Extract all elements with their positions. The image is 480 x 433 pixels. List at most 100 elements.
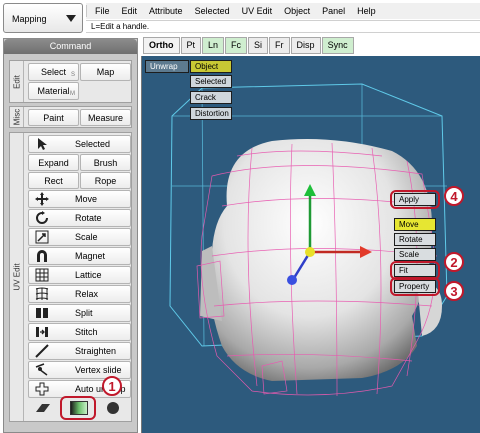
selected-button[interactable]: Selected [28, 135, 131, 153]
hint-bar: L=Edit a handle. [86, 20, 480, 33]
menu-bar: File Edit Attribute Selected UV Edit Obj… [86, 3, 480, 19]
vertex-slide-tool-label: Vertex slide [75, 365, 122, 375]
chevron-down-icon[interactable] [66, 15, 76, 22]
brush-button[interactable]: Brush [80, 154, 131, 171]
rotate-icon [36, 211, 48, 224]
split-icon [36, 308, 48, 318]
uv-edit-tab[interactable]: UV Edit [10, 133, 24, 421]
material-button[interactable]: Material M [28, 82, 79, 100]
object-mode-button[interactable]: Object [190, 60, 232, 73]
box-projection-button[interactable] [70, 401, 88, 415]
split-tool-button[interactable]: Split [28, 304, 131, 322]
rotate-tool-label: Rotate [75, 213, 102, 223]
rect-button[interactable]: Rect [28, 172, 79, 189]
material-button-label: Material [37, 86, 70, 96]
menu-uv-edit[interactable]: UV Edit [236, 6, 279, 16]
callout-1: 1 [102, 376, 122, 396]
tab-si[interactable]: Si [248, 37, 269, 54]
select-shortcut: S [70, 72, 75, 78]
edit-tab-label: Edit [12, 74, 21, 89]
misc-group: Misc Paint Measure [9, 106, 132, 128]
tab-pt[interactable]: Pt [180, 37, 202, 54]
crack-button[interactable]: Crack [190, 91, 232, 104]
cursor-arrow-icon [38, 138, 47, 150]
3d-viewport[interactable]: Unwrap Object Selected Crack Distortion … [141, 56, 480, 433]
menu-attribute[interactable]: Attribute [143, 6, 189, 16]
measure-button[interactable]: Measure [80, 109, 131, 126]
tab-disp[interactable]: Disp [290, 37, 321, 54]
sphere-projection-icon[interactable] [106, 401, 120, 415]
tab-ortho[interactable]: Ortho [143, 37, 180, 54]
callout-4: 4 [444, 186, 464, 206]
menu-panel[interactable]: Panel [316, 6, 351, 16]
measure-button-label: Measure [87, 112, 123, 123]
menu-edit[interactable]: Edit [116, 6, 144, 16]
map-button[interactable]: Map [80, 63, 131, 81]
mode-dropdown-label: Mapping [12, 14, 47, 24]
tab-fr[interactable]: Fr [269, 37, 290, 54]
uv-edit-tab-label: UV Edit [12, 263, 21, 291]
scale-mode-button[interactable]: Scale [394, 248, 436, 261]
callout-3: 3 [444, 281, 464, 301]
straighten-tool-label: Straighten [75, 346, 117, 356]
auto-unwrap-icon [35, 382, 49, 396]
magnet-tool-label: Magnet [75, 251, 106, 261]
view-tabs: Ortho Pt Ln Fc Si Fr Disp Sync [143, 37, 355, 54]
selected-button-label: Selected [75, 139, 111, 149]
property-button[interactable]: Property [394, 280, 436, 293]
magnet-tool-button[interactable]: Magnet [28, 247, 131, 265]
menu-separator [86, 5, 87, 17]
stitch-tool-label: Stitch [75, 327, 98, 337]
rope-button[interactable]: Rope [80, 172, 131, 189]
magnet-icon [37, 250, 47, 262]
straighten-icon [35, 344, 49, 358]
paint-button[interactable]: Paint [28, 109, 79, 126]
relax-tool-button[interactable]: Relax [28, 285, 131, 303]
mode-dropdown[interactable]: Mapping [3, 3, 83, 33]
lattice-tool-button[interactable]: Lattice [28, 266, 131, 284]
command-panel: Command Edit Select S Map Material M Mis… [3, 38, 138, 433]
rope-button-label: Rope [94, 175, 117, 186]
select-button-label: Select [40, 67, 66, 77]
brush-button-label: Brush [93, 157, 118, 168]
menu-object[interactable]: Object [278, 6, 316, 16]
lattice-tool-label: Lattice [75, 270, 102, 280]
scale-icon [35, 230, 49, 244]
menu-file[interactable]: File [89, 6, 116, 16]
unwrap-button[interactable]: Unwrap [145, 60, 189, 73]
move-tool-label: Move [75, 194, 98, 204]
rotate-tool-button[interactable]: Rotate [28, 209, 131, 227]
command-panel-title: Command [4, 39, 137, 54]
misc-tab[interactable]: Misc [10, 107, 24, 127]
tab-ln[interactable]: Ln [202, 37, 225, 54]
straighten-tool-button[interactable]: Straighten [28, 342, 131, 360]
menu-help[interactable]: Help [351, 6, 382, 16]
material-shortcut: M [70, 91, 75, 97]
expand-button[interactable]: Expand [28, 154, 79, 171]
move-mode-button[interactable]: Move [394, 218, 436, 231]
misc-tab-label: Misc [12, 108, 21, 126]
callout-2: 2 [444, 252, 464, 272]
move-arrows-icon [35, 192, 49, 206]
stitch-tool-button[interactable]: Stitch [28, 323, 131, 341]
relax-tool-label: Relax [75, 289, 99, 299]
expand-button-label: Expand [38, 157, 69, 168]
apply-button[interactable]: Apply [394, 193, 436, 206]
rect-button-label: Rect [44, 175, 63, 186]
select-button[interactable]: Select S [28, 63, 79, 81]
tab-sync[interactable]: Sync [321, 37, 354, 54]
edit-tab[interactable]: Edit [10, 61, 24, 102]
rotate-mode-button[interactable]: Rotate [394, 233, 436, 246]
vertex-slide-icon [35, 363, 48, 376]
map-button-label: Map [96, 67, 115, 77]
menu-selected[interactable]: Selected [189, 6, 236, 16]
split-tool-label: Split [75, 308, 93, 318]
lattice-icon [35, 268, 49, 282]
plane-projection-icon[interactable] [36, 403, 50, 413]
fit-button[interactable]: Fit [394, 264, 436, 277]
scale-tool-button[interactable]: Scale [28, 228, 131, 246]
selected-mode-button[interactable]: Selected [190, 75, 232, 88]
tab-fc[interactable]: Fc [225, 37, 248, 54]
distortion-button[interactable]: Distortion [190, 107, 232, 120]
move-tool-button[interactable]: Move [28, 190, 131, 208]
